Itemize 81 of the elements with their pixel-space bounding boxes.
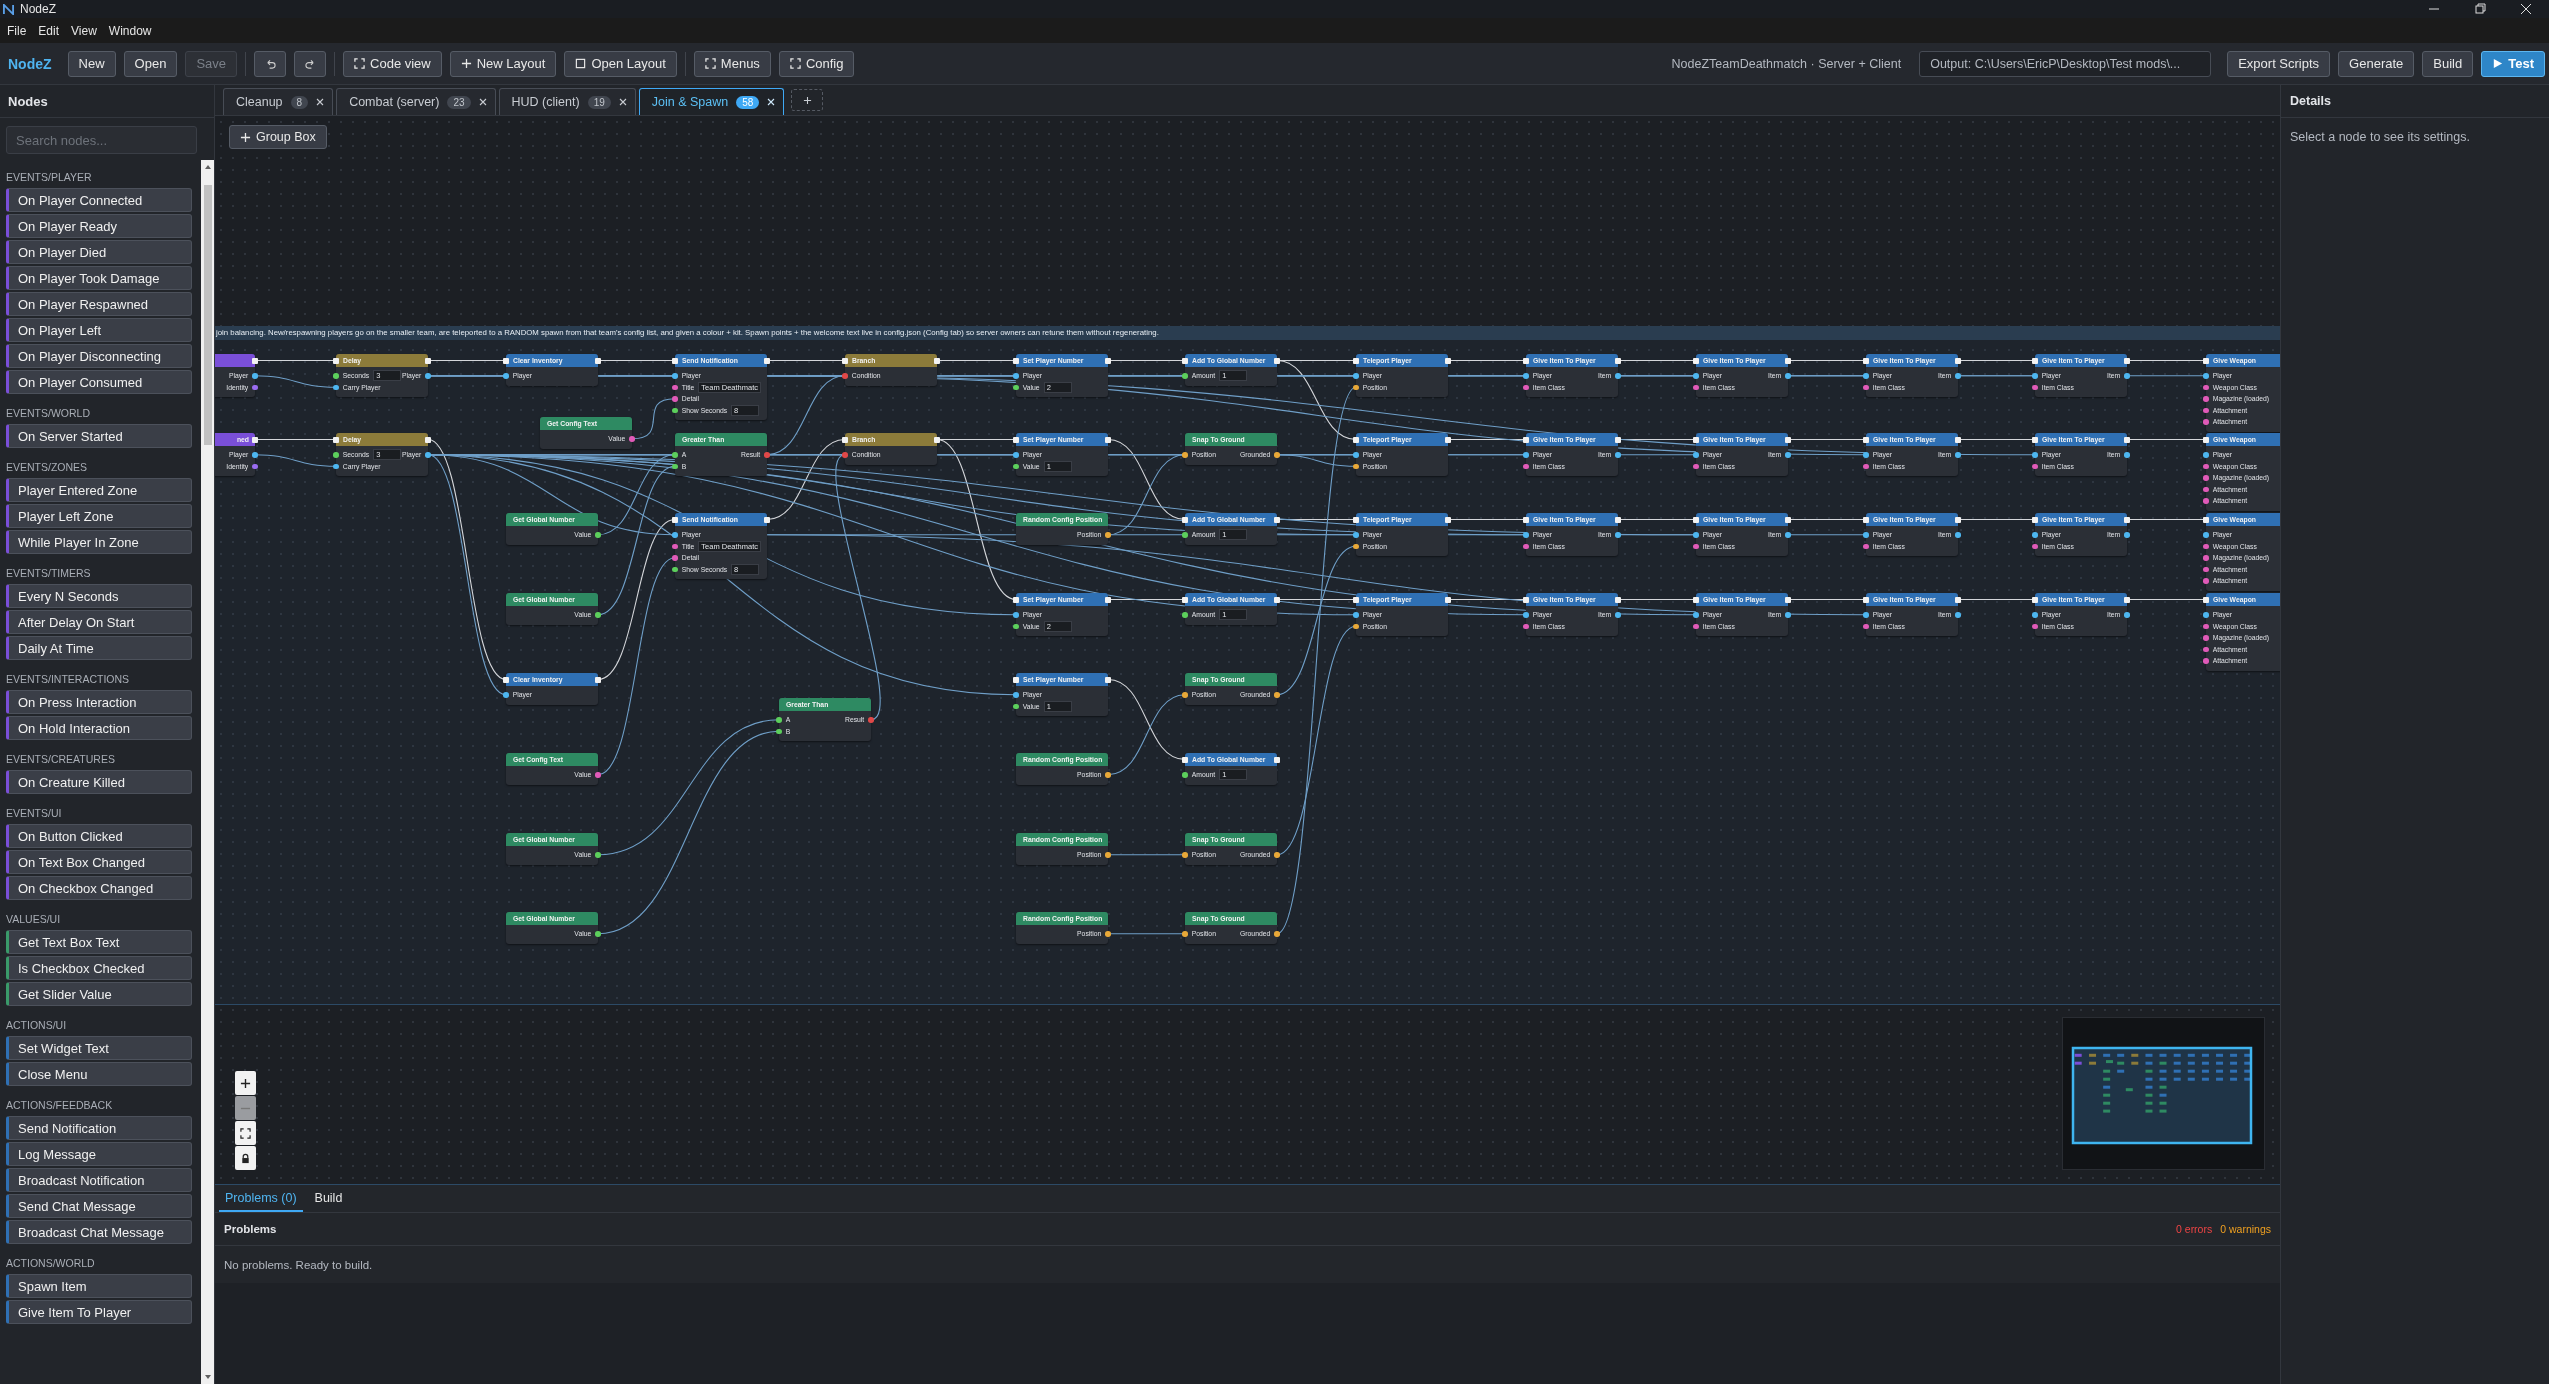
menu-item[interactable]: View: [66, 21, 102, 40]
node-palette-item[interactable]: Broadcast Notification: [6, 1168, 192, 1192]
output-path-field[interactable]: Output: C:\Users\EricP\Desktop\Test mods\...: [1919, 50, 2212, 77]
node-palette-item[interactable]: Send Chat Message: [6, 1194, 192, 1218]
category-label: EVENTS/ZONES: [6, 460, 89, 475]
menu-item[interactable]: Window: [103, 21, 157, 40]
node-palette-item[interactable]: Player Left Zone: [6, 504, 192, 528]
node-palette-item[interactable]: On Player Respawned: [6, 292, 192, 316]
count-badge: 8: [290, 95, 309, 109]
action-button[interactable]: Build: [2422, 50, 2474, 77]
toolbar-button[interactable]: Open Layout: [564, 50, 677, 77]
node-palette-item[interactable]: On Server Started: [6, 424, 192, 448]
node-palette-item[interactable]: Player Entered Zone: [6, 478, 192, 502]
node-palette-item[interactable]: Send Notification: [6, 1116, 192, 1140]
node-palette-item[interactable]: Set Widget Text: [6, 1036, 192, 1060]
node-palette-item[interactable]: On Player Left: [6, 318, 192, 342]
details-hint: Select a node to see its settings.: [2289, 129, 2471, 146]
app-logo: NodeZ: [8, 55, 52, 72]
node-palette-item[interactable]: Close Menu: [6, 1062, 192, 1086]
graph-tab[interactable]: Combat (server) 23: [336, 88, 496, 115]
node-palette-item[interactable]: Log Message: [6, 1142, 192, 1166]
toolbar-button[interactable]: Open: [123, 50, 178, 77]
node-palette-item[interactable]: On Text Box Changed: [6, 850, 192, 874]
count-badge: 23: [447, 95, 471, 109]
node-palette-item[interactable]: On Player Ready: [6, 214, 192, 238]
count-badge: 58: [736, 95, 760, 109]
node-palette-item[interactable]: Spawn Item: [6, 1274, 192, 1298]
category-label: EVENTS/WORLD: [6, 406, 91, 421]
menu-item[interactable]: Edit: [33, 21, 65, 40]
node-palette-item[interactable]: On Player Took Damage: [6, 266, 192, 290]
graph-tab[interactable]: HUD (client) 19: [498, 88, 636, 115]
category-label: ACTIONS/FEEDBACK: [6, 1098, 114, 1113]
panel-tab[interactable]: Build: [308, 1191, 349, 1212]
toolbar-button[interactable]: New: [67, 50, 116, 77]
warning-count: 0 warnings: [2220, 1223, 2271, 1235]
status-message: No problems. Ready to build.: [215, 1246, 2280, 1283]
group-box-button[interactable]: Group Box: [229, 125, 327, 149]
action-button[interactable]: Export Scripts: [2227, 50, 2331, 77]
node-palette-item[interactable]: On Hold Interaction: [6, 716, 192, 740]
node-palette-item[interactable]: Is Checkbox Checked: [6, 956, 192, 980]
graph-tab[interactable]: Join & Spawn 58: [638, 88, 785, 115]
node-palette-item[interactable]: Broadcast Chat Message: [6, 1220, 192, 1244]
graph-tab[interactable]: Cleanup 8: [223, 88, 334, 115]
project-name: NodeZTeamDeathmatch · Server + Client: [1671, 56, 1902, 71]
category-label: EVENTS/INTERACTIONS: [6, 672, 131, 687]
node-palette-item[interactable]: On Player Disconnecting: [6, 344, 192, 368]
category-label: ACTIONS/UI: [6, 1018, 68, 1033]
problems-title: Problems: [224, 1223, 277, 1235]
node-palette-item[interactable]: On Checkbox Changed: [6, 876, 192, 900]
count-badge: 19: [587, 95, 611, 109]
action-button[interactable]: Generate: [2338, 50, 2415, 77]
window-title: NodeZ: [20, 2, 57, 16]
node-palette-item[interactable]: While Player In Zone: [6, 530, 192, 554]
node-palette-item[interactable]: Give Item To Player: [6, 1300, 192, 1324]
node-palette-item[interactable]: On Player Connected: [6, 188, 192, 212]
toolbar-button[interactable]: Code view: [343, 50, 442, 77]
toolbar-button[interactable]: Config: [778, 50, 855, 77]
category-label: EVENTS/UI: [6, 806, 63, 821]
menu-item[interactable]: File: [2, 21, 32, 40]
error-count: 0 errors: [2176, 1223, 2213, 1235]
node-palette-item[interactable]: After Delay On Start: [6, 610, 192, 634]
category-label: EVENTS/CREATURES: [6, 752, 116, 767]
category-label: VALUES/UI: [6, 912, 62, 927]
node-palette-item[interactable]: On Player Consumed: [6, 370, 192, 394]
panel-title: Details: [2281, 85, 2549, 118]
toolbar-button[interactable]: New Layout: [449, 50, 557, 77]
node-palette-item[interactable]: Get Text Box Text: [6, 930, 192, 954]
node-palette-item[interactable]: On Button Clicked: [6, 824, 192, 848]
node-palette-item[interactable]: Every N Seconds: [6, 584, 192, 608]
toolbar-button[interactable]: Menus: [693, 50, 771, 77]
node-palette-item[interactable]: On Press Interaction: [6, 690, 192, 714]
node-palette-item[interactable]: On Creature Killed: [6, 770, 192, 794]
test-button[interactable]: Test: [2481, 50, 2545, 77]
search-field[interactable]: Search nodes...: [6, 126, 197, 154]
category-label: EVENTS/TIMERS: [6, 566, 92, 581]
node-palette-item[interactable]: Daily At Time: [6, 636, 192, 660]
node-palette-item[interactable]: Get Slider Value: [6, 982, 192, 1006]
category-label: ACTIONS/WORLD: [6, 1256, 96, 1271]
node-palette-item[interactable]: On Player Died: [6, 240, 192, 264]
panel-title: Nodes: [0, 85, 214, 118]
category-label: EVENTS/PLAYER: [6, 170, 93, 185]
